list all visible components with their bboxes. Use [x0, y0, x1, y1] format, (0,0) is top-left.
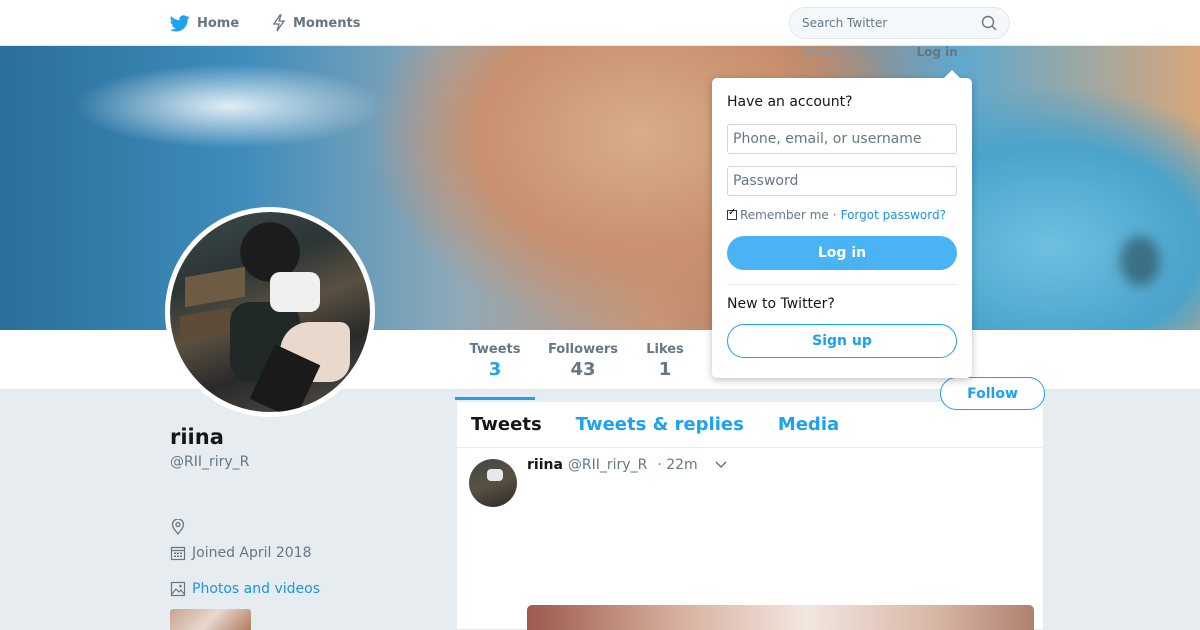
header-login-link[interactable]: Log in [916, 45, 957, 59]
login-dropdown: Have an account? Phone, email, or userna… [712, 70, 972, 378]
tab-media[interactable]: Media [778, 414, 839, 435]
remember-me-checkbox[interactable] [727, 207, 737, 220]
dropdown-caret [944, 70, 960, 78]
dropdown-divider [727, 284, 957, 285]
photos-and-videos-label: Photos and videos [192, 581, 321, 597]
top-nav-bar: Home Moments Search Twitter [0, 0, 1200, 46]
tab-tweets-and-replies[interactable]: Tweets & replies [576, 414, 744, 435]
chevron-down-icon[interactable] [715, 461, 727, 469]
separator-dot: · [832, 208, 837, 222]
tweet-header: riina @RII_riry_R · 22m [527, 457, 698, 473]
nav-moments-label: Moments [293, 15, 361, 31]
calendar-icon [170, 546, 186, 561]
avatar-detail-desk [185, 266, 245, 308]
tweet-author-name[interactable]: riina [527, 457, 563, 473]
nav-home-label: Home [197, 15, 240, 31]
password-field[interactable]: Password [727, 166, 957, 196]
image-icon [170, 581, 186, 597]
twitter-bird-icon [170, 14, 190, 31]
tweet-author-handle[interactable]: @RII_riry_R [568, 457, 647, 473]
forgot-password-link[interactable]: Forgot password? [841, 208, 946, 222]
tweet-avatar[interactable] [469, 459, 517, 507]
stat-likes[interactable]: Likes 1 [644, 342, 686, 380]
joined-date: Joined April 2018 [170, 545, 312, 561]
media-thumbnail[interactable] [170, 609, 251, 630]
new-to-twitter-text: New to Twitter? [727, 296, 835, 312]
dropdown-title: Have an account? [727, 94, 853, 110]
search-input[interactable]: Search Twitter [789, 7, 1010, 39]
nav-home[interactable]: Home [170, 0, 239, 46]
stat-followers[interactable]: Followers 43 [545, 342, 621, 380]
photos-and-videos-link[interactable]: Photos and videos [170, 581, 320, 597]
remember-me-label[interactable]: Remember me [740, 208, 829, 222]
stat-likes-value: 1 [658, 359, 672, 380]
tweet-media-image[interactable] [527, 605, 1034, 630]
search-placeholder: Search Twitter [802, 16, 888, 30]
avatar-detail-shirt [270, 272, 320, 312]
header-login-prompt: Have an account? Log in ▾ [805, 45, 968, 59]
stat-followers-value: 43 [570, 359, 596, 380]
header-login-text: Have an account? [805, 45, 913, 59]
username-field[interactable]: Phone, email, or username [727, 124, 957, 154]
remember-me-row: Remember me · Forgot password? [727, 207, 946, 222]
search-icon[interactable] [981, 15, 997, 31]
joined-text: Joined April 2018 [192, 545, 312, 561]
log-in-button[interactable]: Log in [727, 236, 957, 270]
avatar-detail-desk-2 [180, 307, 230, 342]
stat-likes-label: Likes [646, 342, 684, 357]
tweet-timestamp[interactable]: · 22m [657, 457, 697, 473]
stat-tweets-label: Tweets [469, 342, 521, 357]
stat-followers-label: Followers [547, 342, 619, 357]
location-icon [171, 519, 185, 535]
chevron-down-icon: ▾ [961, 45, 968, 59]
stat-tweets[interactable]: Tweets 3 [455, 342, 535, 400]
avatar[interactable] [165, 207, 375, 417]
follow-button[interactable]: Follow [940, 377, 1045, 410]
profile-name[interactable]: riina [170, 425, 224, 449]
stat-tweets-value: 3 [488, 359, 502, 380]
tab-tweets[interactable]: Tweets [471, 414, 542, 435]
sign-up-button[interactable]: Sign up [727, 324, 957, 358]
nav-moments[interactable]: Moments [272, 0, 360, 46]
timeline: Tweets Tweets & replies Media riina @RII… [456, 401, 1044, 630]
lightning-icon [272, 14, 286, 32]
profile-handle[interactable]: @RII_riry_R [170, 454, 249, 470]
